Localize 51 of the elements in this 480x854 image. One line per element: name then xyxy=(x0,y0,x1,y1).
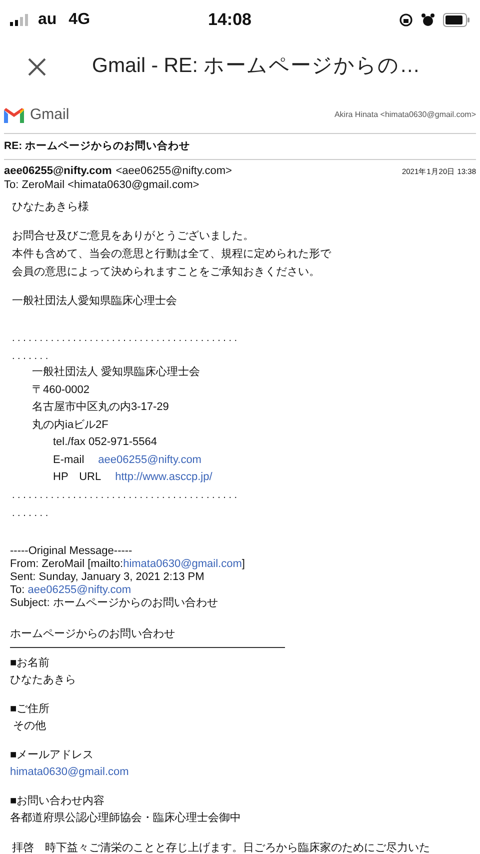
field-link[interactable]: himata0630@gmail.com xyxy=(10,764,129,781)
contact-label: HP URL xyxy=(53,470,102,486)
field-value: ひなたあきら xyxy=(10,672,76,688)
network-type: 4G xyxy=(68,10,90,30)
field-value: 各都道府県公認心理師協会・臨床心理士会御中 xyxy=(10,810,241,826)
sender-address: <aee06255@nifty.com> xyxy=(116,164,232,178)
email-link[interactable]: aee06255@nifty.com xyxy=(28,584,132,597)
field-value: その他 xyxy=(12,718,46,734)
dotted-separator: . . . . . . . xyxy=(12,506,48,521)
header-text: From: ZeroMail [mailto: xyxy=(10,558,124,571)
page-title: Gmail - RE: ホームページからの… xyxy=(92,53,420,80)
close-button[interactable] xyxy=(26,56,48,78)
signature-text: 〒460-0002 xyxy=(32,382,90,398)
field-label: ■お問い合わせ内容 xyxy=(10,794,105,809)
field-label: ■ご住所 xyxy=(10,702,50,717)
carrier-name: au xyxy=(38,10,57,30)
header-text: Sent: Sunday, January 3, 2021 2:13 PM xyxy=(10,570,204,584)
header-text: ] xyxy=(242,558,245,571)
form-heading: ホームページからのお問い合わせ xyxy=(10,626,285,648)
signature-text: 丸の内iaビル2F xyxy=(32,418,108,433)
rotation-lock-icon xyxy=(399,13,413,27)
body-text: ひなたあきら様 xyxy=(12,200,89,216)
recipient-line: To: ZeroMail <himata0630@gmail.com> xyxy=(4,178,200,192)
contact-label: tel./fax 052-971-5564 xyxy=(53,435,157,450)
gmail-wordmark: Gmail xyxy=(30,105,70,125)
body-text: 会員の意思によって決められますことをご承知おきください。 xyxy=(12,265,320,280)
body-text: 一般社団法人愛知県臨床心理士会 xyxy=(12,294,177,310)
gmail-logo-icon xyxy=(4,108,24,123)
dotted-separator: . . . . . . . xyxy=(12,350,48,364)
signature-text: 一般社団法人 愛知県臨床心理士会 xyxy=(32,364,200,380)
body-text: お問合せ及びご意見をありがとうございました。 xyxy=(12,229,254,244)
signature-text: 名古屋市中区丸の内3-17-29 xyxy=(32,400,169,416)
header-text: Subject: ホームページからのお問い合わせ xyxy=(10,596,218,610)
contact-link[interactable]: aee06255@nifty.com xyxy=(98,452,202,470)
header-text: -----Original Message----- xyxy=(10,544,132,558)
battery-icon xyxy=(443,13,470,27)
dotted-separator: . . . . . . . . . . . . . . . . . . . . . . . . . . . . . . . . . . . . . . . . . xyxy=(12,332,238,346)
dotted-separator: . . . . . . . . . . . . . . . . . . . . . . . . . . . . . . . . . . . . . . . . . xyxy=(12,488,238,503)
contact-link[interactable]: http://www.asccp.jp/ xyxy=(115,469,212,487)
contact-label: E-mail xyxy=(53,452,84,468)
signal-icon xyxy=(10,14,28,26)
email-link[interactable]: himata0630@gmail.com xyxy=(123,558,242,571)
field-label: ■メールアドレス xyxy=(10,748,94,763)
status-time: 14:08 xyxy=(208,9,252,32)
field-label: ■お名前 xyxy=(10,656,50,671)
sender-name: aee06255@nifty.com xyxy=(4,164,112,178)
body-text: 本件も含めて、当会の意思と行動は全て、規程に定められた形で xyxy=(12,246,331,262)
account-label: Akira Hinata <himata0630@gmail.com> xyxy=(334,109,476,122)
body-text: 拝啓 時下益々ご清栄のことと存じ上げます。日ごろから臨床家のためにご尽力いた xyxy=(12,840,430,854)
header-text: To: xyxy=(10,584,26,597)
email-subject: RE: ホームページからのお問い合わせ xyxy=(4,138,190,154)
